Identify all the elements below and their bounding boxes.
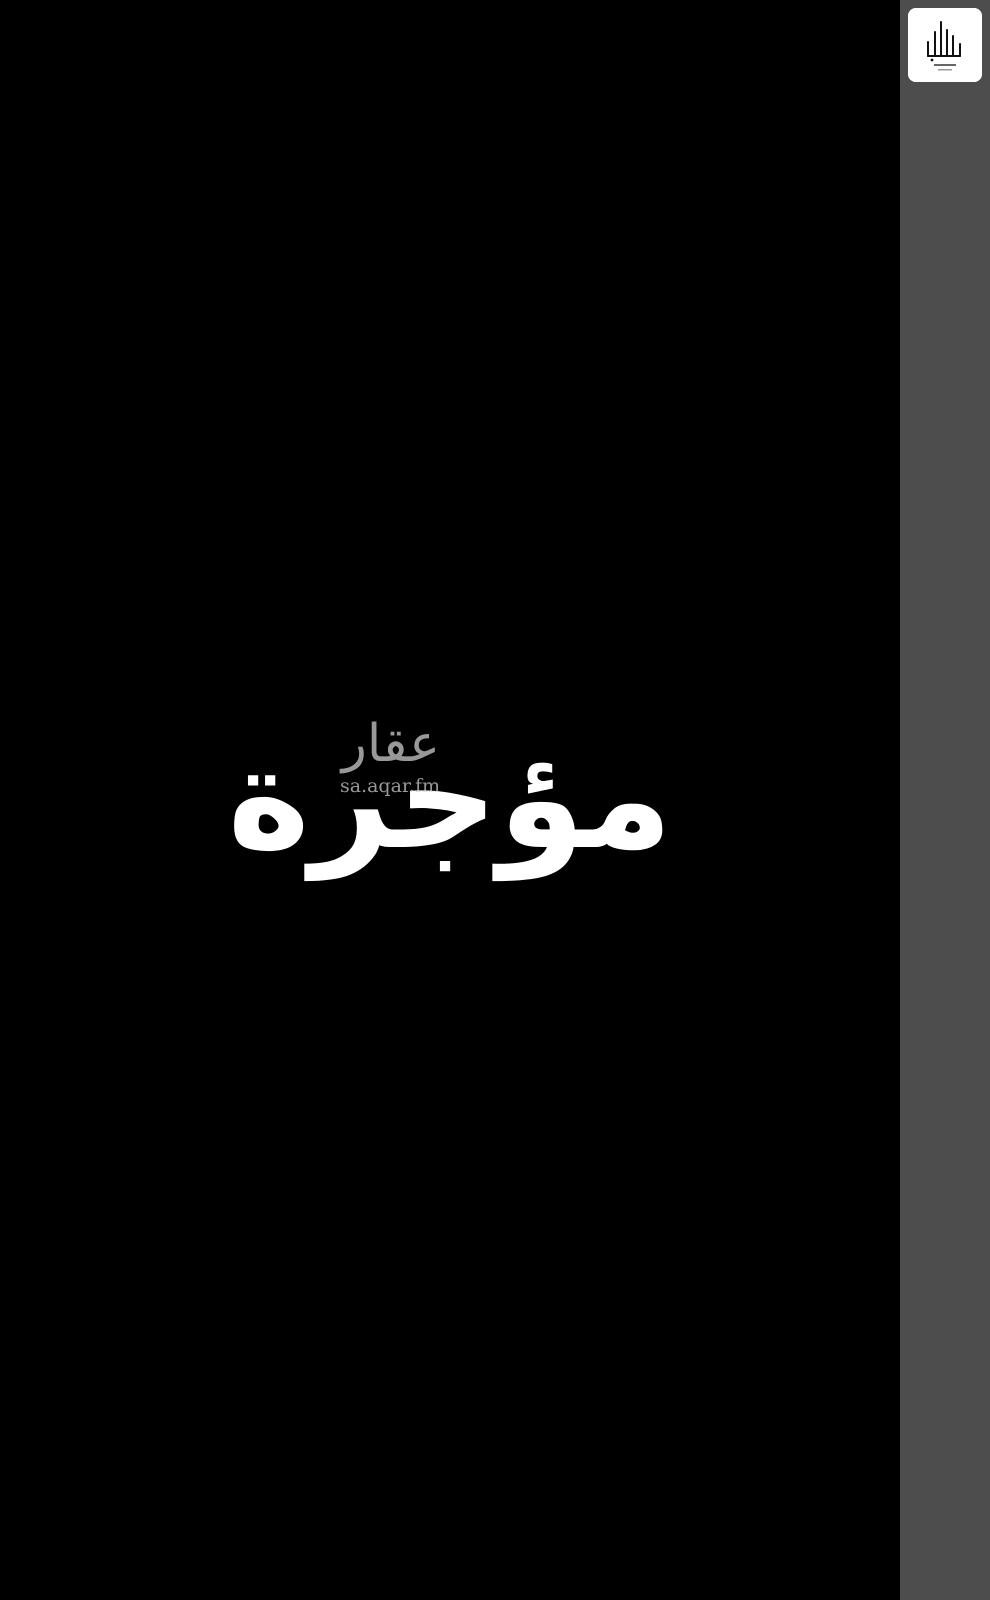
listing-photo: مؤجرة عقار sa.aqar.fm [0,0,900,1600]
agency-logo-badge[interactable] [908,8,982,82]
listing-photo-view: مؤجرة عقار sa.aqar.fm [0,0,990,1600]
rented-status-text: مؤجرة [227,718,673,881]
agency-logo-icon [908,8,982,82]
side-panel [900,0,990,1600]
